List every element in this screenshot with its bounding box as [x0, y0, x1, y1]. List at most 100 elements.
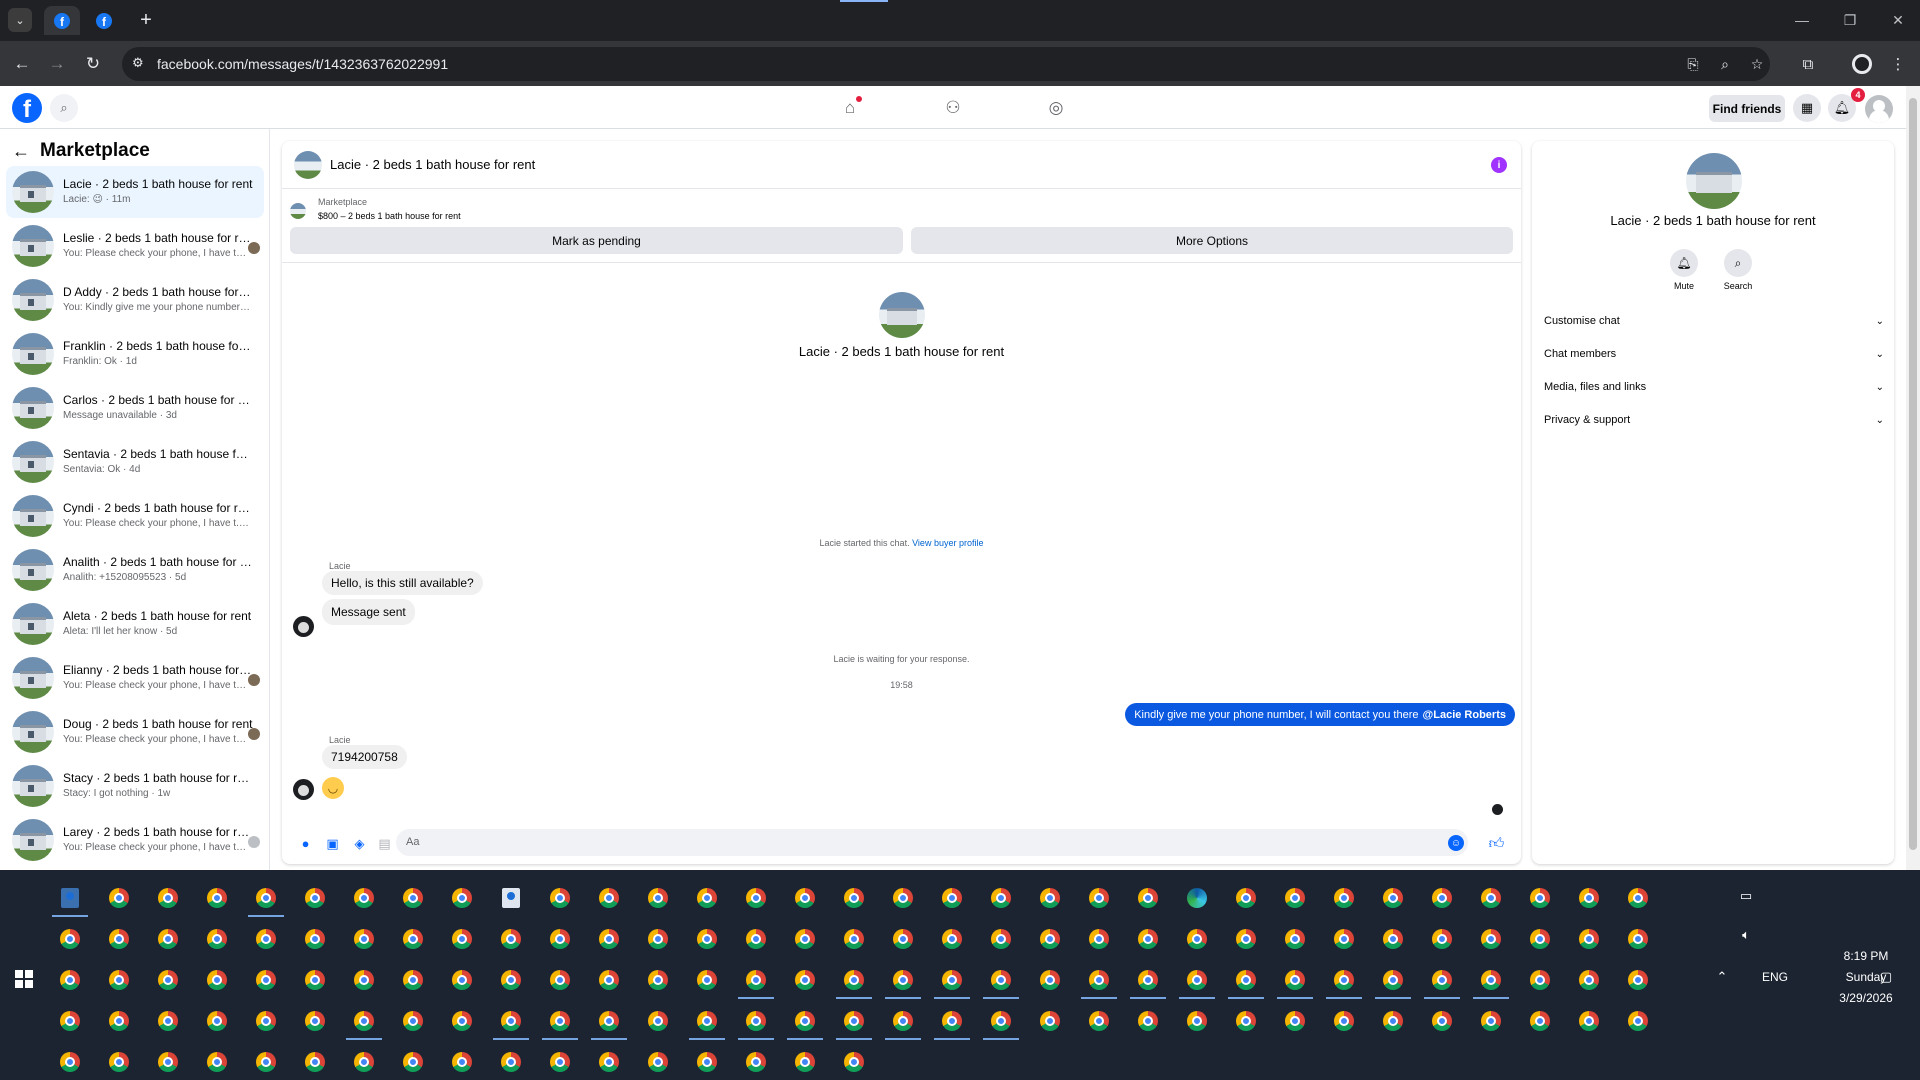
chrome-taskbar-button[interactable]: [644, 884, 672, 912]
chrome-taskbar-button[interactable]: [693, 884, 721, 912]
chrome-taskbar-button[interactable]: [448, 1048, 476, 1076]
incoming-message[interactable]: Hello, is this still available?: [322, 571, 483, 595]
chrome-taskbar-button[interactable]: [448, 966, 476, 994]
chrome-taskbar-button[interactable]: [791, 1007, 819, 1035]
chrome-taskbar-button[interactable]: [105, 966, 133, 994]
chat-list-item[interactable]: Leslie · 2 beds 1 bath house for rent Yo…: [6, 220, 264, 272]
edge-taskbar-button[interactable]: [1183, 884, 1211, 912]
chrome-taskbar-button[interactable]: [1379, 925, 1407, 953]
chrome-taskbar-button[interactable]: [889, 925, 917, 953]
forward-arrow-icon[interactable]: →: [44, 51, 70, 77]
chrome-taskbar-button[interactable]: [1232, 925, 1260, 953]
chrome-taskbar-button[interactable]: [154, 925, 182, 953]
chrome-taskbar-button[interactable]: [1379, 1007, 1407, 1035]
chrome-taskbar-button[interactable]: [742, 966, 770, 994]
chrome-taskbar-button[interactable]: [987, 925, 1015, 953]
chrome-taskbar-button[interactable]: [1330, 966, 1358, 994]
chat-list-item[interactable]: Elianny · 2 beds 1 bath house for rent Y…: [6, 652, 264, 704]
chrome-taskbar-button[interactable]: [546, 1007, 574, 1035]
chrome-taskbar-button[interactable]: [1281, 925, 1309, 953]
chat-list-item[interactable]: Sentavia · 2 beds 1 bath house for rent …: [6, 436, 264, 488]
house-listing-avatar[interactable]: [1686, 153, 1742, 209]
chrome-taskbar-button[interactable]: [1036, 1007, 1064, 1035]
chrome-taskbar-button[interactable]: [791, 966, 819, 994]
chrome-taskbar-button[interactable]: [350, 925, 378, 953]
chrome-taskbar-button[interactable]: [252, 884, 280, 912]
chrome-taskbar-button[interactable]: [1085, 884, 1113, 912]
chrome-taskbar-button[interactable]: [840, 925, 868, 953]
chrome-taskbar-button[interactable]: [1477, 925, 1505, 953]
chrome-taskbar-button[interactable]: [644, 925, 672, 953]
chat-list-item[interactable]: Cyndi · 2 beds 1 bath house for rent You…: [6, 490, 264, 542]
chrome-taskbar-button[interactable]: [105, 1007, 133, 1035]
chrome-taskbar-button[interactable]: [399, 966, 427, 994]
chrome-taskbar-button[interactable]: [252, 1048, 280, 1076]
chrome-taskbar-button[interactable]: [1232, 1007, 1260, 1035]
chrome-taskbar-button[interactable]: [1036, 925, 1064, 953]
chrome-taskbar-button[interactable]: [1134, 1007, 1162, 1035]
chrome-taskbar-button[interactable]: [1232, 884, 1260, 912]
chrome-taskbar-button[interactable]: [644, 966, 672, 994]
chrome-taskbar-button[interactable]: [1624, 1007, 1652, 1035]
account-avatar[interactable]: [1865, 95, 1893, 123]
chrome-taskbar-button[interactable]: [1330, 1007, 1358, 1035]
chrome-taskbar-button[interactable]: [350, 1007, 378, 1035]
mark-as-pending-button[interactable]: Mark as pending: [290, 227, 903, 254]
chrome-taskbar-button[interactable]: [105, 1048, 133, 1076]
chat-list-item[interactable]: D Addy · 2 beds 1 bath house for rent Yo…: [6, 274, 264, 326]
show-hidden-icons-chevron-icon[interactable]: ⌃: [1712, 967, 1732, 987]
windows-start-icon[interactable]: [15, 970, 33, 988]
site-info-icon[interactable]: ⚙: [132, 55, 144, 71]
chrome-taskbar-button[interactable]: [938, 925, 966, 953]
chrome-taskbar-button[interactable]: [1183, 1007, 1211, 1035]
chrome-taskbar-button[interactable]: [693, 925, 721, 953]
gif-icon[interactable]: ▤: [376, 835, 393, 852]
chrome-taskbar-button[interactable]: [1036, 966, 1064, 994]
photo-icon[interactable]: ▣: [324, 835, 341, 852]
incoming-message[interactable]: Message sent: [322, 599, 415, 625]
chrome-taskbar-button[interactable]: [448, 925, 476, 953]
chrome-taskbar-button[interactable]: [1134, 884, 1162, 912]
chrome-taskbar-button[interactable]: [1134, 925, 1162, 953]
chrome-taskbar-button[interactable]: [301, 925, 329, 953]
privacy-support-section[interactable]: Privacy & support ⌄: [1544, 406, 1884, 434]
address-bar[interactable]: ⚙ facebook.com/messages/t/14323637620229…: [122, 47, 1770, 81]
emoji-icon[interactable]: ☺: [1448, 835, 1464, 851]
chrome-taskbar-button[interactable]: [693, 1048, 721, 1076]
chrome-taskbar-button[interactable]: [399, 1007, 427, 1035]
chrome-taskbar-button[interactable]: [546, 884, 574, 912]
chrome-taskbar-button[interactable]: [399, 884, 427, 912]
chrome-taskbar-button[interactable]: [1428, 925, 1456, 953]
view-buyer-profile-link[interactable]: View buyer profile: [912, 538, 983, 548]
tab-search-chevron-icon[interactable]: ⌄: [8, 8, 32, 32]
chrome-taskbar-button[interactable]: [742, 1007, 770, 1035]
chrome-taskbar-button[interactable]: [252, 966, 280, 994]
outgoing-message[interactable]: Kindly give me your phone number, I will…: [1125, 703, 1515, 726]
chrome-taskbar-button[interactable]: [595, 884, 623, 912]
chrome-taskbar-button[interactable]: [154, 884, 182, 912]
chrome-taskbar-button[interactable]: [203, 966, 231, 994]
chrome-taskbar-button[interactable]: [987, 966, 1015, 994]
chrome-taskbar-button[interactable]: [742, 884, 770, 912]
input-language[interactable]: ENG: [1762, 970, 1788, 984]
chrome-taskbar-button[interactable]: [889, 1007, 917, 1035]
chrome-taskbar-button[interactable]: [1477, 1007, 1505, 1035]
chrome-taskbar-button[interactable]: [497, 1007, 525, 1035]
minimize-icon[interactable]: —: [1790, 8, 1814, 32]
chrome-taskbar-button[interactable]: [1428, 1007, 1456, 1035]
chrome-taskbar-button[interactable]: [154, 1007, 182, 1035]
chrome-taskbar-button[interactable]: [301, 1007, 329, 1035]
chrome-taskbar-button[interactable]: [56, 1048, 84, 1076]
chrome-taskbar-button[interactable]: [203, 1048, 231, 1076]
chrome-taskbar-button[interactable]: [987, 884, 1015, 912]
clock-time[interactable]: 8:19 PM: [1814, 949, 1918, 963]
chrome-taskbar-button[interactable]: [1281, 966, 1309, 994]
chrome-menu-icon[interactable]: ⋮: [1886, 52, 1910, 76]
chrome-taskbar-button[interactable]: [448, 1007, 476, 1035]
app-taskbar-button[interactable]: [497, 884, 525, 912]
extensions-puzzle-icon[interactable]: ⧉: [1796, 52, 1820, 76]
chrome-taskbar-button[interactable]: [1526, 1007, 1554, 1035]
chrome-taskbar-button[interactable]: [203, 1007, 231, 1035]
chat-list-item[interactable]: Lacie · 2 beds 1 bath house for rent Lac…: [6, 166, 264, 218]
search-button[interactable]: ⌕ Search: [1713, 249, 1763, 291]
